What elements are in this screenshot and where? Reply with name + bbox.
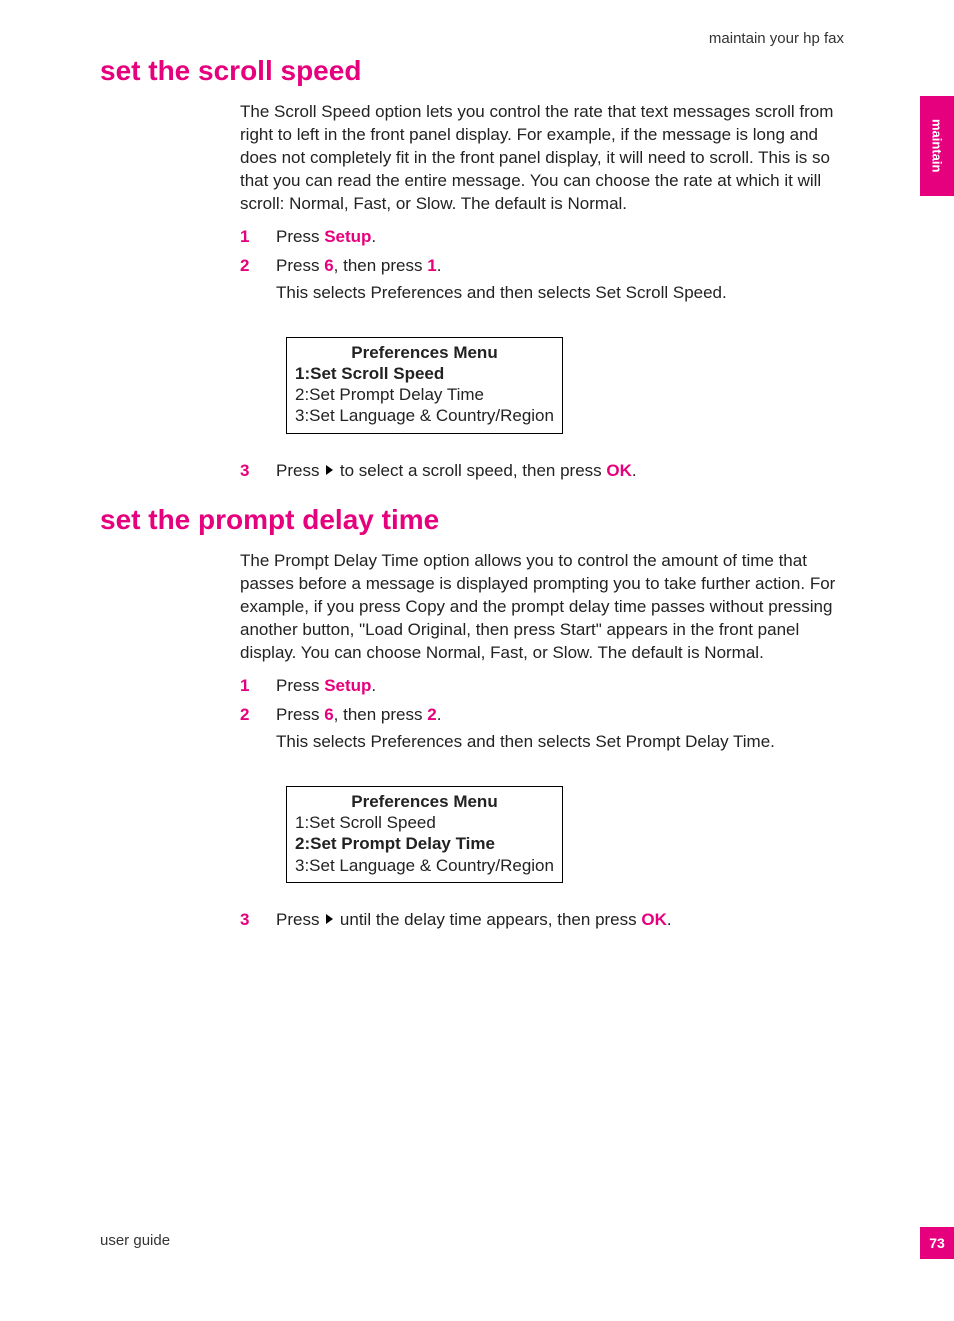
running-header: maintain your hp fax (100, 30, 854, 47)
text-fragment: Press (276, 705, 324, 724)
step-text: Press until the delay time appears, then… (276, 909, 844, 932)
section-title-scroll-speed: set the scroll speed (100, 55, 854, 87)
footer-text: user guide (100, 1232, 170, 1249)
intro-paragraph: The Scroll Speed option lets you control… (240, 101, 844, 216)
step-3: 3 Press until the delay time appears, th… (240, 909, 844, 932)
step-number: 1 (240, 226, 276, 249)
step-text: Press Setup. (276, 226, 844, 249)
step-subtext: This selects Preferences and then select… (276, 282, 844, 305)
button-label-2: 2 (427, 705, 436, 724)
button-label-ok: OK (641, 910, 667, 929)
step-number: 3 (240, 460, 276, 483)
text-fragment: to select a scroll speed, then press (335, 461, 606, 480)
menu-title: Preferences Menu (295, 791, 554, 812)
step-2: 2 Press 6, then press 1. This selects Pr… (240, 255, 844, 305)
right-arrow-icon (326, 465, 333, 475)
text-fragment: . (371, 227, 376, 246)
text-fragment: Press (276, 676, 324, 695)
step-number: 1 (240, 675, 276, 698)
button-label-6: 6 (324, 705, 333, 724)
button-label-setup: Setup (324, 227, 371, 246)
menu-item-3: 3:Set Language & Country/Region (295, 405, 554, 426)
button-label-ok: OK (606, 461, 632, 480)
menu-title: Preferences Menu (295, 342, 554, 363)
text-fragment: , then press (334, 256, 428, 275)
text-fragment: until the delay time appears, then press (335, 910, 641, 929)
step-3: 3 Press to select a scroll speed, then p… (240, 460, 844, 483)
step-2: 2 Press 6, then press 2. This selects Pr… (240, 704, 844, 754)
step-1: 1 Press Setup. (240, 675, 844, 698)
button-label-6: 6 (324, 256, 333, 275)
menu-item-1: 1:Set Scroll Speed (295, 363, 554, 384)
text-fragment: . (632, 461, 637, 480)
text-fragment: Press (276, 910, 324, 929)
preferences-menu-box: Preferences Menu 1:Set Scroll Speed 2:Se… (286, 786, 563, 883)
page-number-tab: 73 (920, 1227, 954, 1259)
step-1: 1 Press Setup. (240, 226, 844, 249)
text-fragment: Press (276, 461, 324, 480)
step-text: Press 6, then press 1. This selects Pref… (276, 255, 844, 305)
text-fragment: Press (276, 227, 324, 246)
text-fragment: , then press (334, 705, 428, 724)
intro-paragraph: The Prompt Delay Time option allows you … (240, 550, 844, 665)
section-title-prompt-delay: set the prompt delay time (100, 504, 854, 536)
menu-item-2: 2:Set Prompt Delay Time (295, 384, 554, 405)
text-fragment: . (667, 910, 672, 929)
step-number: 3 (240, 909, 276, 932)
text-fragment: . (437, 705, 442, 724)
menu-item-3: 3:Set Language & Country/Region (295, 855, 554, 876)
text-fragment: . (437, 256, 442, 275)
text-fragment: . (371, 676, 376, 695)
menu-item-1: 1:Set Scroll Speed (295, 812, 554, 833)
button-label-1: 1 (427, 256, 436, 275)
preferences-menu-box: Preferences Menu 1:Set Scroll Speed 2:Se… (286, 337, 563, 434)
text-fragment: Press (276, 256, 324, 275)
button-label-setup: Setup (324, 676, 371, 695)
step-number: 2 (240, 255, 276, 278)
step-text: Press to select a scroll speed, then pre… (276, 460, 844, 483)
page-content: maintain your hp fax set the scroll spee… (0, 0, 954, 932)
step-text: Press 6, then press 2. This selects Pref… (276, 704, 844, 754)
step-subtext: This selects Preferences and then select… (276, 731, 844, 754)
menu-item-2: 2:Set Prompt Delay Time (295, 833, 554, 854)
step-text: Press Setup. (276, 675, 844, 698)
right-arrow-icon (326, 914, 333, 924)
step-number: 2 (240, 704, 276, 727)
